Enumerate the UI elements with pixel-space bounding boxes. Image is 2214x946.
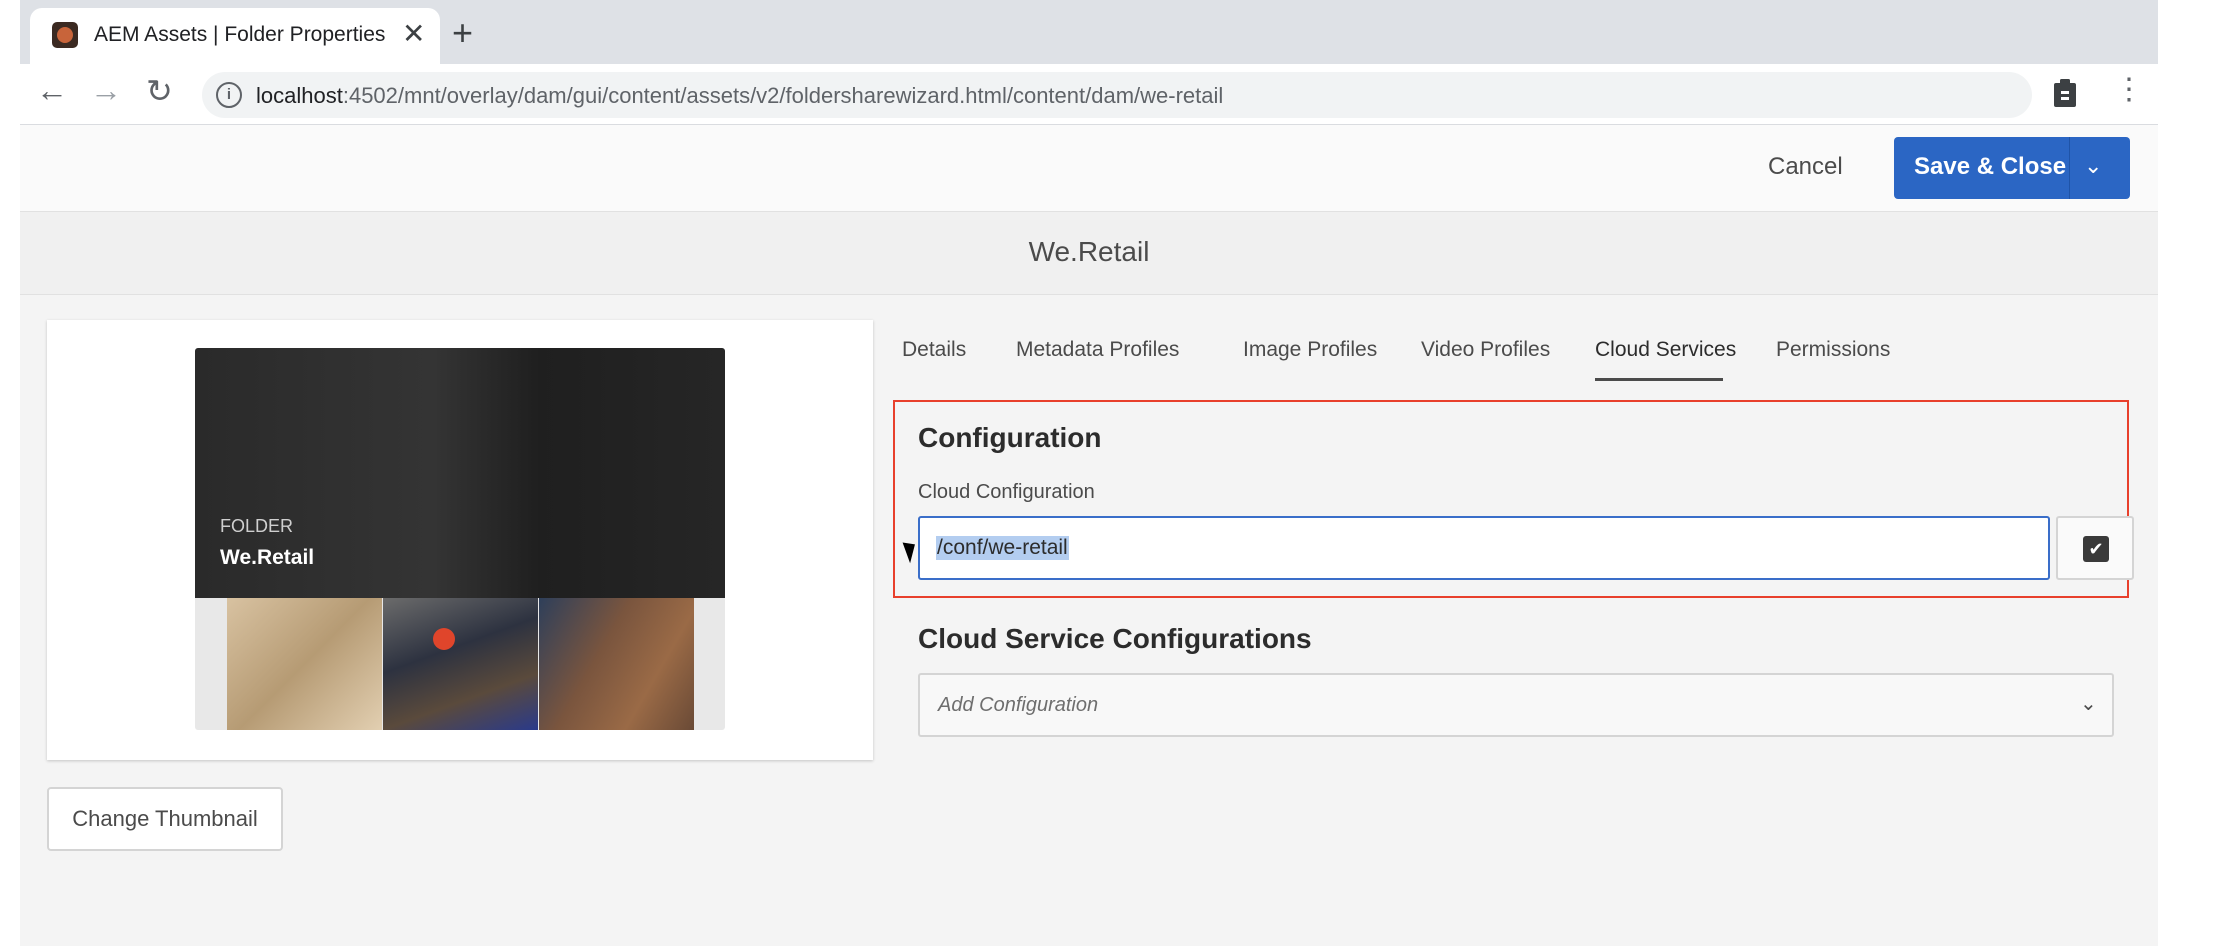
clipboard-extension-icon[interactable]	[2052, 78, 2078, 108]
page-title: We.Retail	[1028, 236, 1150, 267]
info-icon[interactable]: i	[216, 82, 242, 108]
browser-window: AEM Assets | Folder Properties ✕ + ← → ↻…	[20, 0, 2158, 946]
address-bar[interactable]: i localhost:4502/mnt/overlay/dam/gui/con…	[202, 72, 2032, 118]
folder-thumbnail: FOLDER We.Retail	[195, 348, 725, 730]
url-text: localhost:4502/mnt/overlay/dam/gui/conte…	[256, 83, 1223, 109]
tab-details[interactable]: Details	[902, 338, 966, 362]
thumbnail-rock-image	[539, 598, 694, 730]
add-configuration-placeholder: Add Configuration	[938, 694, 1099, 716]
cloud-configuration-value[interactable]: /conf/we-retail	[936, 536, 1069, 560]
cloud-configuration-field[interactable]: /conf/we-retail	[918, 516, 2050, 580]
action-bar: Cancel Save & Close ⌄	[20, 125, 2158, 212]
folder-kind-label: FOLDER	[220, 516, 294, 536]
browser-menu-icon[interactable]: ⋮	[2114, 72, 2144, 107]
close-tab-icon[interactable]: ✕	[402, 17, 425, 50]
forward-icon[interactable]: →	[90, 72, 122, 109]
reload-icon[interactable]: ↻	[146, 72, 173, 110]
save-separator	[2069, 137, 2070, 199]
save-menu-chevron-icon[interactable]: ⌄	[2084, 153, 2102, 179]
tab-image-profiles[interactable]: Image Profiles	[1243, 338, 1377, 362]
page-title-bar: We.Retail	[20, 212, 2158, 295]
cloud-configuration-label: Cloud Configuration	[918, 481, 1095, 503]
back-icon[interactable]: ←	[36, 72, 68, 109]
aem-favicon-icon	[52, 22, 78, 48]
cancel-button[interactable]: Cancel	[1768, 153, 1843, 181]
save-close-label: Save & Close	[1914, 153, 2067, 180]
tab-permissions[interactable]: Permissions	[1776, 338, 1890, 362]
thumbnail-sand-image	[227, 598, 382, 730]
cloud-service-configurations-heading: Cloud Service Configurations	[918, 623, 1312, 654]
thumbnail-biker-image	[383, 598, 538, 730]
browser-tab[interactable]: AEM Assets | Folder Properties ✕	[30, 8, 440, 64]
tab-cloud-services[interactable]: Cloud Services	[1595, 338, 1736, 362]
tab-video-profiles[interactable]: Video Profiles	[1421, 338, 1550, 362]
url-path: :4502/mnt/overlay/dam/gui/content/assets…	[342, 83, 1224, 108]
change-thumbnail-button[interactable]: Change Thumbnail	[47, 787, 283, 851]
folder-name-label: We.Retail	[220, 546, 315, 569]
chevron-down-icon: ⌄	[2080, 693, 2097, 715]
browser-toolbar: ← → ↻ i localhost:4502/mnt/overlay/dam/g…	[20, 64, 2158, 125]
configuration-heading: Configuration	[918, 422, 1102, 453]
add-configuration-select[interactable]: Add Configuration ⌄	[918, 673, 2114, 737]
configuration-picker-button[interactable]: ✔	[2056, 516, 2134, 580]
tab-strip: AEM Assets | Folder Properties ✕ +	[20, 0, 2158, 64]
folder-card: FOLDER We.Retail	[47, 320, 873, 760]
new-tab-icon[interactable]: +	[452, 12, 473, 54]
tab-metadata-profiles[interactable]: Metadata Profiles	[1016, 338, 1179, 362]
save-close-button[interactable]: Save & Close ⌄	[1894, 137, 2130, 199]
tab-title: AEM Assets | Folder Properties	[94, 23, 386, 46]
url-host: localhost	[256, 83, 343, 108]
active-tab-underline	[1595, 378, 1723, 381]
checkmark-icon: ✔	[2083, 536, 2109, 562]
